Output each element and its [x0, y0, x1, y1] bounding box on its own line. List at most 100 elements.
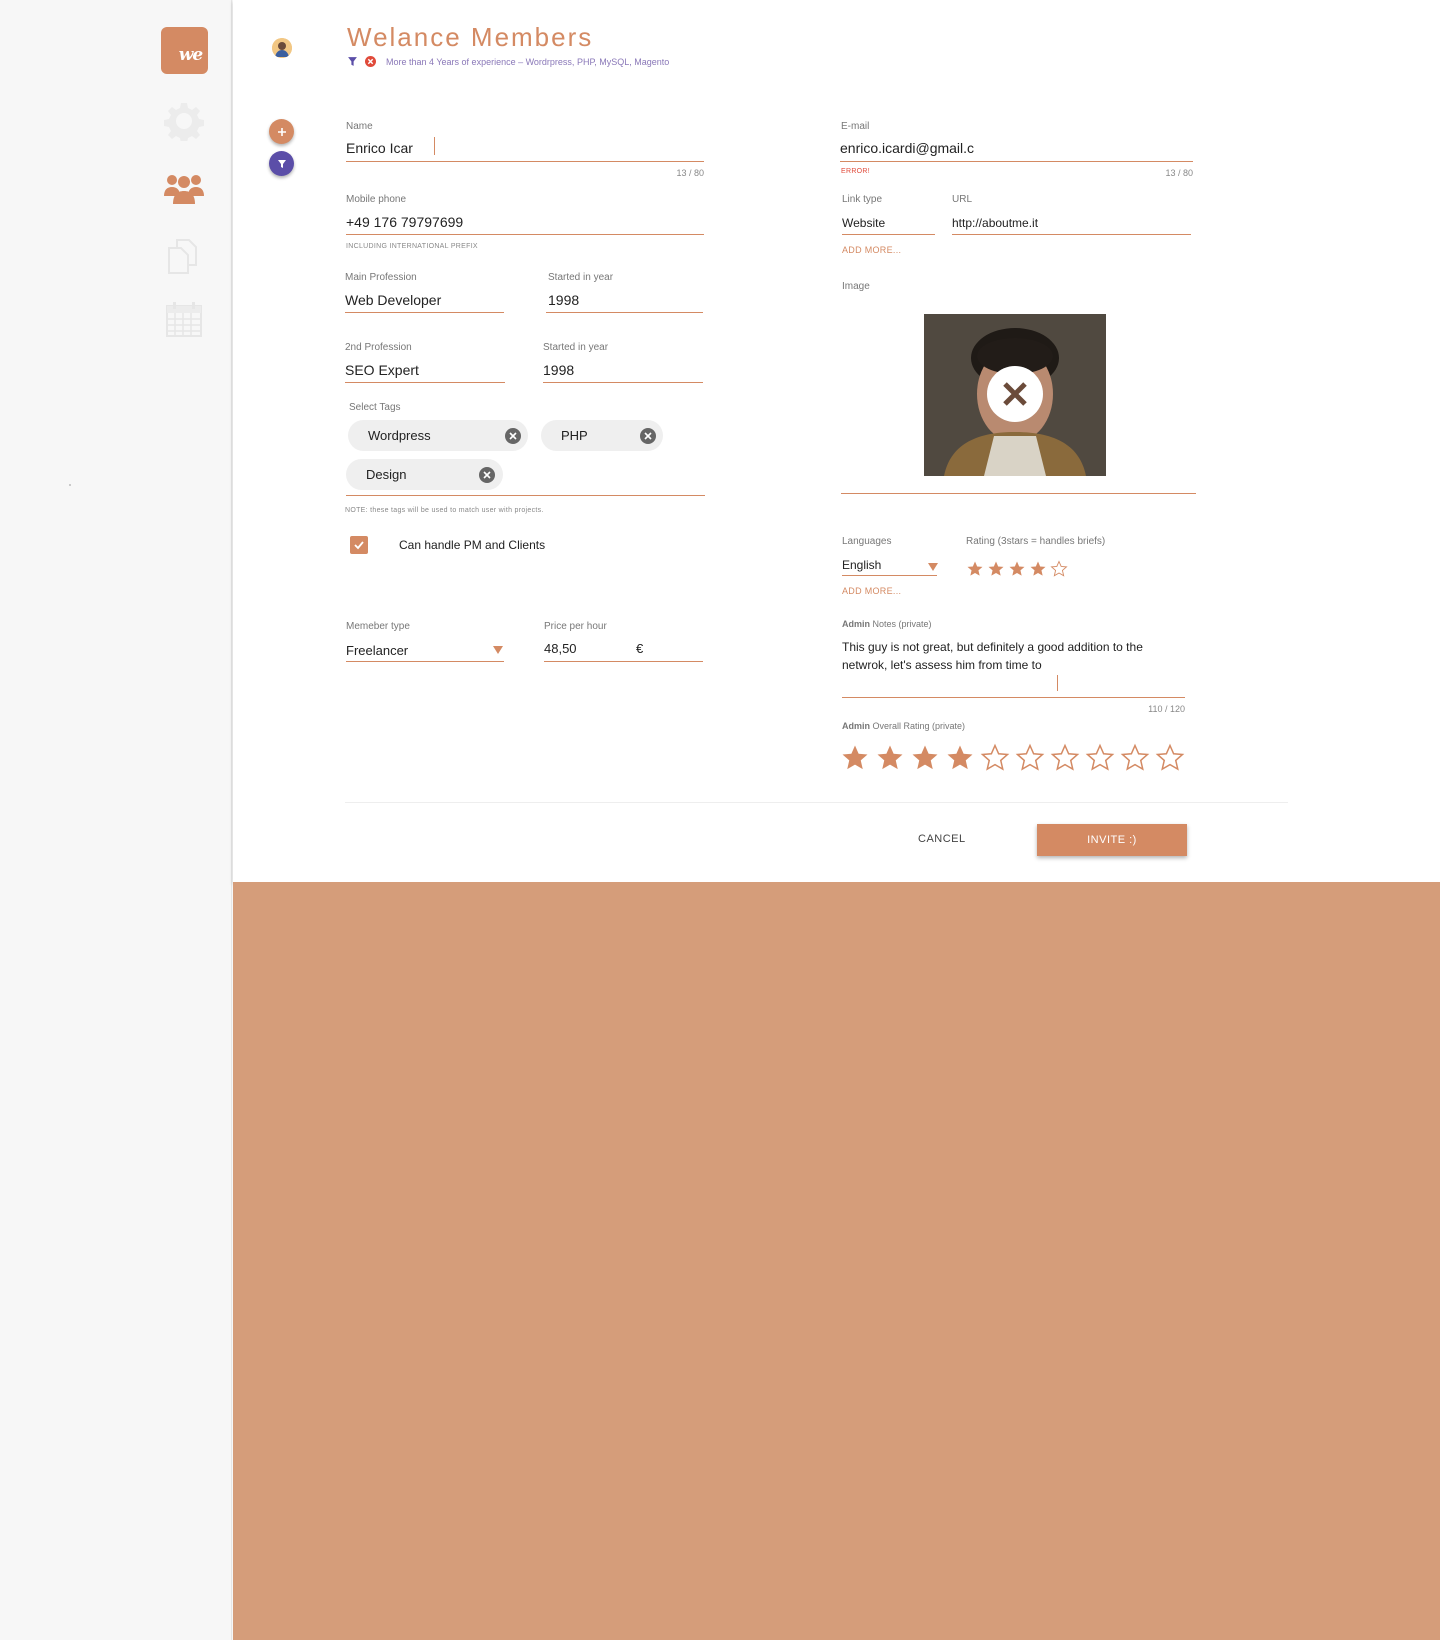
sidebar: we: [0, 0, 232, 1640]
add-button[interactable]: [269, 119, 294, 144]
second-started-input[interactable]: 1998: [543, 362, 574, 378]
add-more-languages-button[interactable]: ADD MORE...: [842, 586, 901, 596]
main-profession-underline: [345, 312, 504, 313]
name-counter: 13 / 80: [676, 168, 704, 178]
tag-chip[interactable]: PHP: [541, 420, 663, 451]
admin-notes-counter: 110 / 120: [1148, 704, 1185, 714]
star-empty-icon[interactable]: [1015, 743, 1045, 773]
star-filled-icon[interactable]: [840, 743, 870, 773]
language-underline: [842, 575, 937, 576]
remove-image-button[interactable]: [987, 366, 1043, 422]
close-icon: [1003, 382, 1027, 406]
link-type-select[interactable]: Website: [842, 216, 885, 230]
tags-label: Select Tags: [349, 402, 401, 413]
admin-rating[interactable]: [840, 743, 1185, 773]
admin-rating-label-bold: Admin: [842, 721, 870, 731]
second-profession-underline: [345, 382, 505, 383]
language-select[interactable]: English: [842, 558, 881, 572]
remove-tag-icon[interactable]: [505, 428, 521, 444]
tag-label: PHP: [561, 428, 588, 443]
cancel-button[interactable]: CANCEL: [918, 833, 966, 845]
invite-button[interactable]: INVITE :): [1037, 824, 1187, 856]
admin-notes-label-rest: Notes (private): [870, 619, 932, 629]
member-type-underline: [346, 661, 504, 662]
plus-icon: [277, 127, 286, 136]
star-empty-icon[interactable]: [1050, 743, 1080, 773]
star-filled-icon[interactable]: [966, 560, 984, 578]
filter-summary: More than 4 Years of experience – Wordrp…: [386, 56, 670, 67]
main-profession-label: Main Profession: [345, 272, 417, 283]
currency-symbol: €: [636, 641, 644, 656]
name-label: Name: [346, 121, 373, 132]
name-input[interactable]: Enrico Icar: [346, 140, 413, 156]
admin-notes-label-bold: Admin: [842, 619, 870, 629]
email-input[interactable]: enrico.icardi@gmail.c: [840, 140, 974, 156]
star-empty-icon[interactable]: [1050, 560, 1068, 578]
remove-tag-icon[interactable]: [479, 467, 495, 483]
image-underline: [841, 493, 1196, 494]
tag-chip[interactable]: Wordpress: [348, 420, 528, 451]
second-started-label: Started in year: [543, 342, 609, 353]
admin-notes-textarea[interactable]: This guy is not great, but definitely a …: [842, 638, 1182, 674]
documents-icon[interactable]: [164, 236, 204, 276]
filter-icon: [277, 159, 286, 168]
background-panel: [233, 882, 1440, 1640]
dropdown-arrow-icon[interactable]: [928, 563, 938, 571]
admin-notes-label: Admin Notes (private): [842, 619, 932, 629]
star-filled-icon[interactable]: [1029, 560, 1047, 578]
second-profession-input[interactable]: SEO Expert: [345, 362, 419, 378]
mobile-label: Mobile phone: [346, 194, 407, 205]
star-filled-icon[interactable]: [987, 560, 1005, 578]
language-rating[interactable]: [966, 560, 1068, 578]
filter-icon: [348, 57, 357, 66]
star-empty-icon[interactable]: [1085, 743, 1115, 773]
pm-checkbox-label[interactable]: Can handle PM and Clients: [399, 538, 545, 552]
price-input[interactable]: 48,50: [544, 641, 577, 656]
email-error: ERROR!: [841, 168, 871, 175]
admin-notes-underline: [842, 697, 1185, 698]
main-profession-input[interactable]: Web Developer: [345, 292, 441, 308]
link-type-label: Link type: [842, 194, 883, 205]
tag-chip[interactable]: Design: [346, 459, 503, 490]
users-icon[interactable]: [164, 170, 204, 210]
star-empty-icon[interactable]: [1155, 743, 1185, 773]
member-type-select[interactable]: Freelancer: [346, 643, 408, 658]
form-divider: [345, 802, 1288, 803]
star-empty-icon[interactable]: [1120, 743, 1150, 773]
url-input[interactable]: http://aboutme.it: [952, 216, 1038, 230]
tags-underline: [346, 495, 705, 496]
star-filled-icon[interactable]: [945, 743, 975, 773]
filter-button[interactable]: [269, 151, 294, 176]
email-counter: 13 / 80: [1165, 168, 1193, 178]
clear-filter-icon[interactable]: [365, 56, 376, 67]
url-underline: [952, 234, 1191, 235]
tag-label: Design: [366, 467, 407, 482]
star-filled-icon[interactable]: [1008, 560, 1026, 578]
star-filled-icon[interactable]: [910, 743, 940, 773]
language-rating-label: Rating (3stars = handles briefs): [966, 536, 1106, 547]
remove-tag-icon[interactable]: [640, 428, 656, 444]
admin-rating-label-rest: Overall Rating (private): [870, 721, 966, 731]
active-filter: More than 4 Years of experience – Wordrp…: [347, 56, 669, 67]
avatar[interactable]: [272, 38, 292, 58]
star-filled-icon[interactable]: [875, 743, 905, 773]
main-started-input[interactable]: 1998: [548, 292, 579, 308]
page-title: Welance Members: [347, 22, 594, 52]
mobile-input[interactable]: +49 176 79797699: [346, 214, 463, 230]
pm-checkbox[interactable]: [350, 536, 368, 554]
gear-icon[interactable]: [164, 101, 204, 141]
add-more-links-button[interactable]: ADD MORE...: [842, 245, 901, 255]
second-profession-label: 2nd Profession: [345, 342, 412, 353]
mobile-underline: [346, 234, 704, 235]
calendar-icon[interactable]: [164, 300, 204, 340]
link-type-underline: [842, 234, 935, 235]
dropdown-arrow-icon[interactable]: [493, 646, 503, 654]
admin-rating-label: Admin Overall Rating (private): [842, 721, 965, 731]
languages-label: Languages: [842, 536, 892, 547]
welance-logo[interactable]: we: [161, 27, 208, 74]
mobile-helper: INCLUDING INTERNATIONAL PREFIX: [346, 243, 478, 250]
check-icon: [354, 541, 364, 550]
main-started-label: Started in year: [548, 272, 614, 283]
name-underline: [346, 161, 704, 162]
star-empty-icon[interactable]: [980, 743, 1010, 773]
